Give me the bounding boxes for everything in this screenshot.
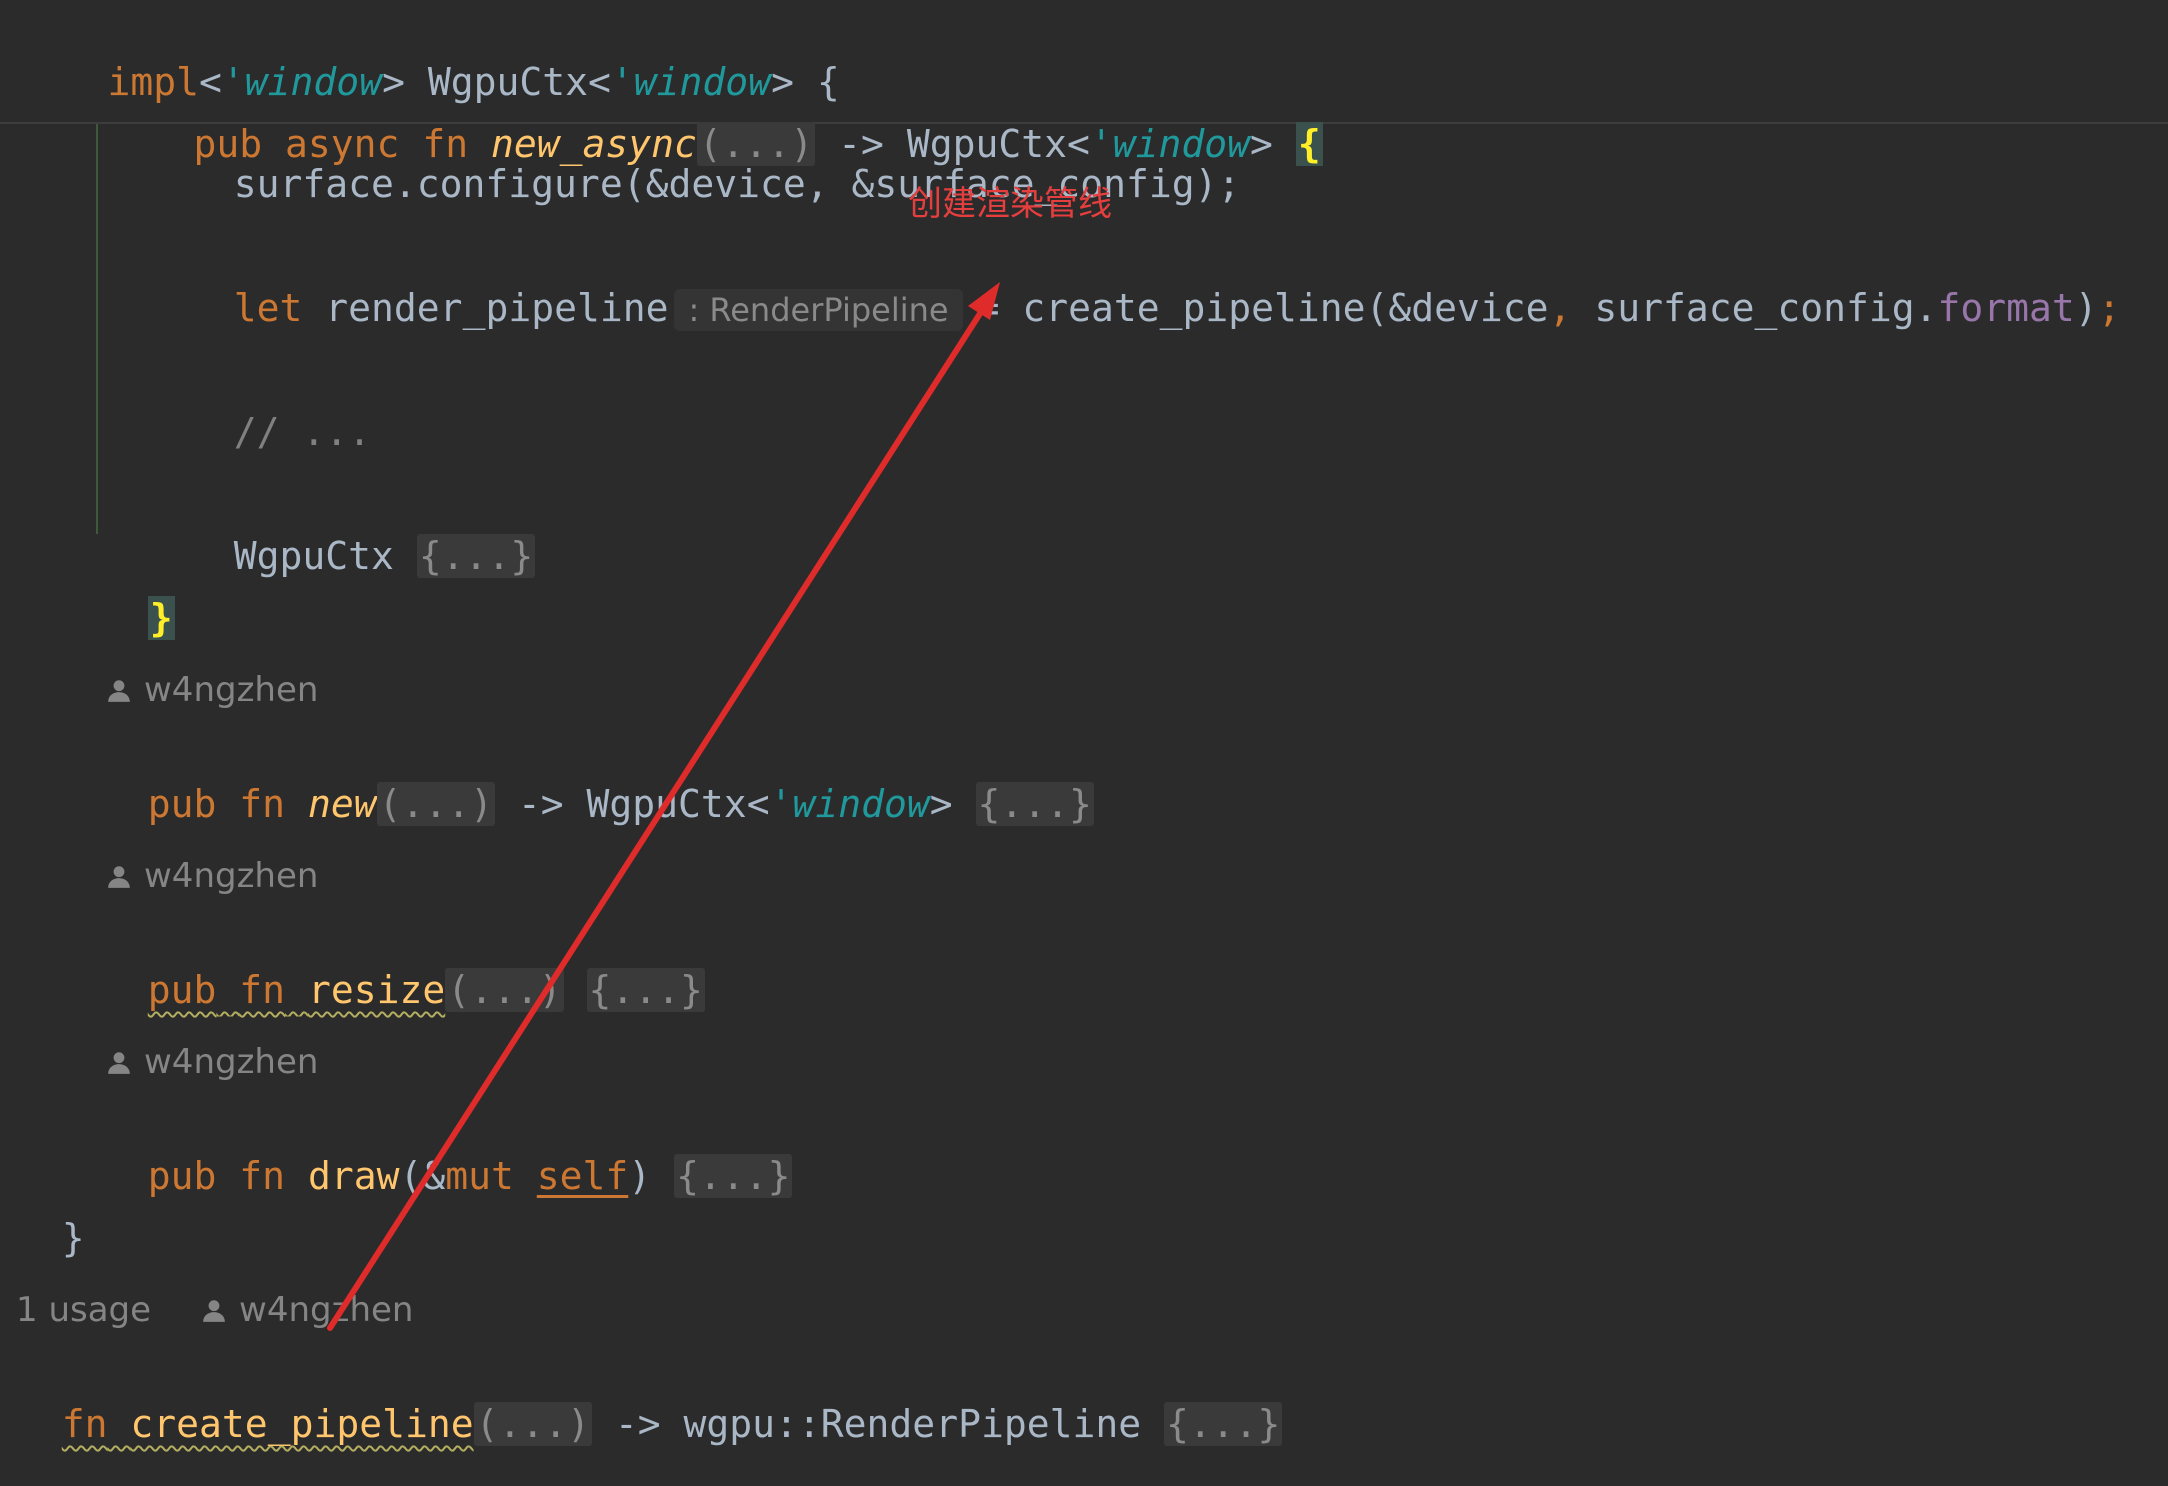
annotation-arrow [327, 282, 1000, 1331]
arrow-head [968, 282, 1000, 320]
arrow-shaft [327, 295, 993, 1331]
